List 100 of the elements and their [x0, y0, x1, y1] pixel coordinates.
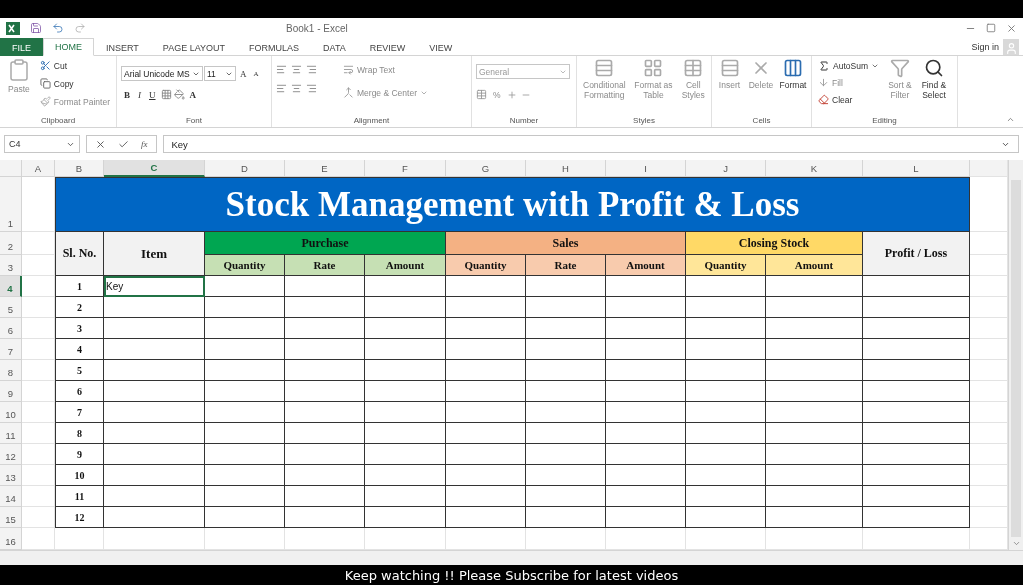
format-painter-button[interactable]: Format Painter	[37, 94, 112, 109]
table-cell[interactable]	[205, 381, 285, 402]
table-cell[interactable]	[606, 339, 686, 360]
vertical-scrollbar[interactable]	[1008, 160, 1023, 550]
ribbon-tab[interactable]: INSERT	[94, 38, 151, 56]
fill-button[interactable]: Fill	[816, 75, 881, 90]
column-header[interactable]: G	[446, 160, 526, 177]
table-cell[interactable]	[446, 339, 526, 360]
table-cell[interactable]	[863, 318, 970, 339]
table-cell[interactable]	[104, 423, 205, 444]
collapse-ribbon-icon[interactable]	[1006, 115, 1015, 124]
selected-cell[interactable]: Key	[104, 276, 205, 297]
row-header[interactable]: 6	[0, 318, 22, 339]
table-cell[interactable]	[766, 402, 863, 423]
table-cell[interactable]	[526, 507, 606, 528]
italic-button[interactable]: I	[135, 87, 144, 102]
table-cell[interactable]	[526, 381, 606, 402]
borders-icon[interactable]	[160, 89, 172, 100]
table-cell[interactable]	[446, 318, 526, 339]
row-header[interactable]: 7	[0, 339, 22, 360]
row-header[interactable]: 13	[0, 465, 22, 486]
table-cell[interactable]	[686, 444, 766, 465]
style-button[interactable]: Format as Table	[631, 58, 676, 115]
table-cell[interactable]	[446, 297, 526, 318]
column-header[interactable]: I	[606, 160, 686, 177]
table-cell[interactable]	[205, 423, 285, 444]
row-header[interactable]: 1	[0, 177, 22, 232]
cancel-icon[interactable]	[95, 138, 106, 150]
table-cell[interactable]	[686, 507, 766, 528]
column-header[interactable]: D	[205, 160, 285, 177]
column-header[interactable]: K	[766, 160, 863, 177]
name-box[interactable]: C4	[4, 135, 80, 153]
table-cell[interactable]	[285, 444, 365, 465]
table-cell[interactable]	[526, 423, 606, 444]
table-cell[interactable]	[686, 423, 766, 444]
table-cell[interactable]	[526, 360, 606, 381]
table-cell[interactable]	[205, 318, 285, 339]
font-name-field[interactable]: Arial Unicode MS	[121, 66, 203, 81]
sort-filter-button[interactable]: Sort & Filter	[884, 58, 915, 115]
table-cell[interactable]	[104, 402, 205, 423]
table-cell[interactable]	[686, 486, 766, 507]
table-cell[interactable]	[606, 318, 686, 339]
table-cell[interactable]	[365, 339, 446, 360]
table-cell[interactable]	[285, 276, 365, 297]
find-select-button[interactable]: Find & Select	[918, 58, 949, 115]
paste-button[interactable]: Paste	[4, 58, 34, 115]
table-cell[interactable]	[205, 297, 285, 318]
table-cell[interactable]	[606, 507, 686, 528]
table-cell[interactable]	[686, 402, 766, 423]
column-header[interactable]: J	[686, 160, 766, 177]
autosum-button[interactable]: AutoSum	[816, 58, 881, 73]
align-bottom-icon[interactable]	[306, 64, 317, 75]
table-cell[interactable]	[526, 339, 606, 360]
table-cell[interactable]	[285, 318, 365, 339]
spreadsheet-app-icon[interactable]	[6, 21, 20, 35]
table-cell[interactable]	[205, 339, 285, 360]
ribbon-tab[interactable]: DATA	[311, 38, 358, 56]
table-cell[interactable]	[766, 297, 863, 318]
table-cell[interactable]	[863, 486, 970, 507]
table-cell[interactable]	[766, 444, 863, 465]
table-cell[interactable]	[766, 507, 863, 528]
table-cell[interactable]	[863, 339, 970, 360]
table-cell[interactable]	[446, 507, 526, 528]
table-cell[interactable]	[526, 318, 606, 339]
table-cell[interactable]	[446, 360, 526, 381]
table-cell[interactable]	[766, 360, 863, 381]
table-cell[interactable]	[285, 297, 365, 318]
table-cell[interactable]	[104, 297, 205, 318]
table-cell[interactable]	[606, 465, 686, 486]
ribbon-tab[interactable]: PAGE LAYOUT	[150, 38, 238, 56]
table-cell[interactable]	[526, 444, 606, 465]
table-cell[interactable]	[686, 360, 766, 381]
table-cell[interactable]	[863, 360, 970, 381]
table-cell[interactable]	[526, 486, 606, 507]
column-header[interactable]: L	[863, 160, 970, 177]
table-cell[interactable]	[205, 465, 285, 486]
table-cell[interactable]	[766, 339, 863, 360]
wrap-text-button[interactable]: Wrap Text	[341, 62, 430, 77]
table-cell[interactable]	[446, 486, 526, 507]
column-header[interactable]: F	[365, 160, 446, 177]
table-cell[interactable]	[104, 465, 205, 486]
percent-button[interactable]: %	[491, 87, 503, 102]
column-header[interactable]: E	[285, 160, 365, 177]
table-cell[interactable]	[766, 465, 863, 486]
table-cell[interactable]	[606, 423, 686, 444]
table-cell[interactable]	[606, 486, 686, 507]
table-cell[interactable]	[365, 423, 446, 444]
save-icon[interactable]	[30, 22, 42, 34]
table-cell[interactable]	[863, 444, 970, 465]
formula-field[interactable]: Key	[162, 135, 1019, 153]
cells-button[interactable]: Delete	[747, 58, 775, 115]
grow-font-button[interactable]: A	[237, 66, 250, 81]
table-cell[interactable]	[285, 360, 365, 381]
table-cell[interactable]	[863, 297, 970, 318]
table-cell[interactable]	[285, 381, 365, 402]
table-cell[interactable]	[863, 465, 970, 486]
table-cell[interactable]	[863, 507, 970, 528]
table-cell[interactable]	[446, 465, 526, 486]
table-cell[interactable]	[104, 381, 205, 402]
row-header[interactable]: 10	[0, 402, 22, 423]
